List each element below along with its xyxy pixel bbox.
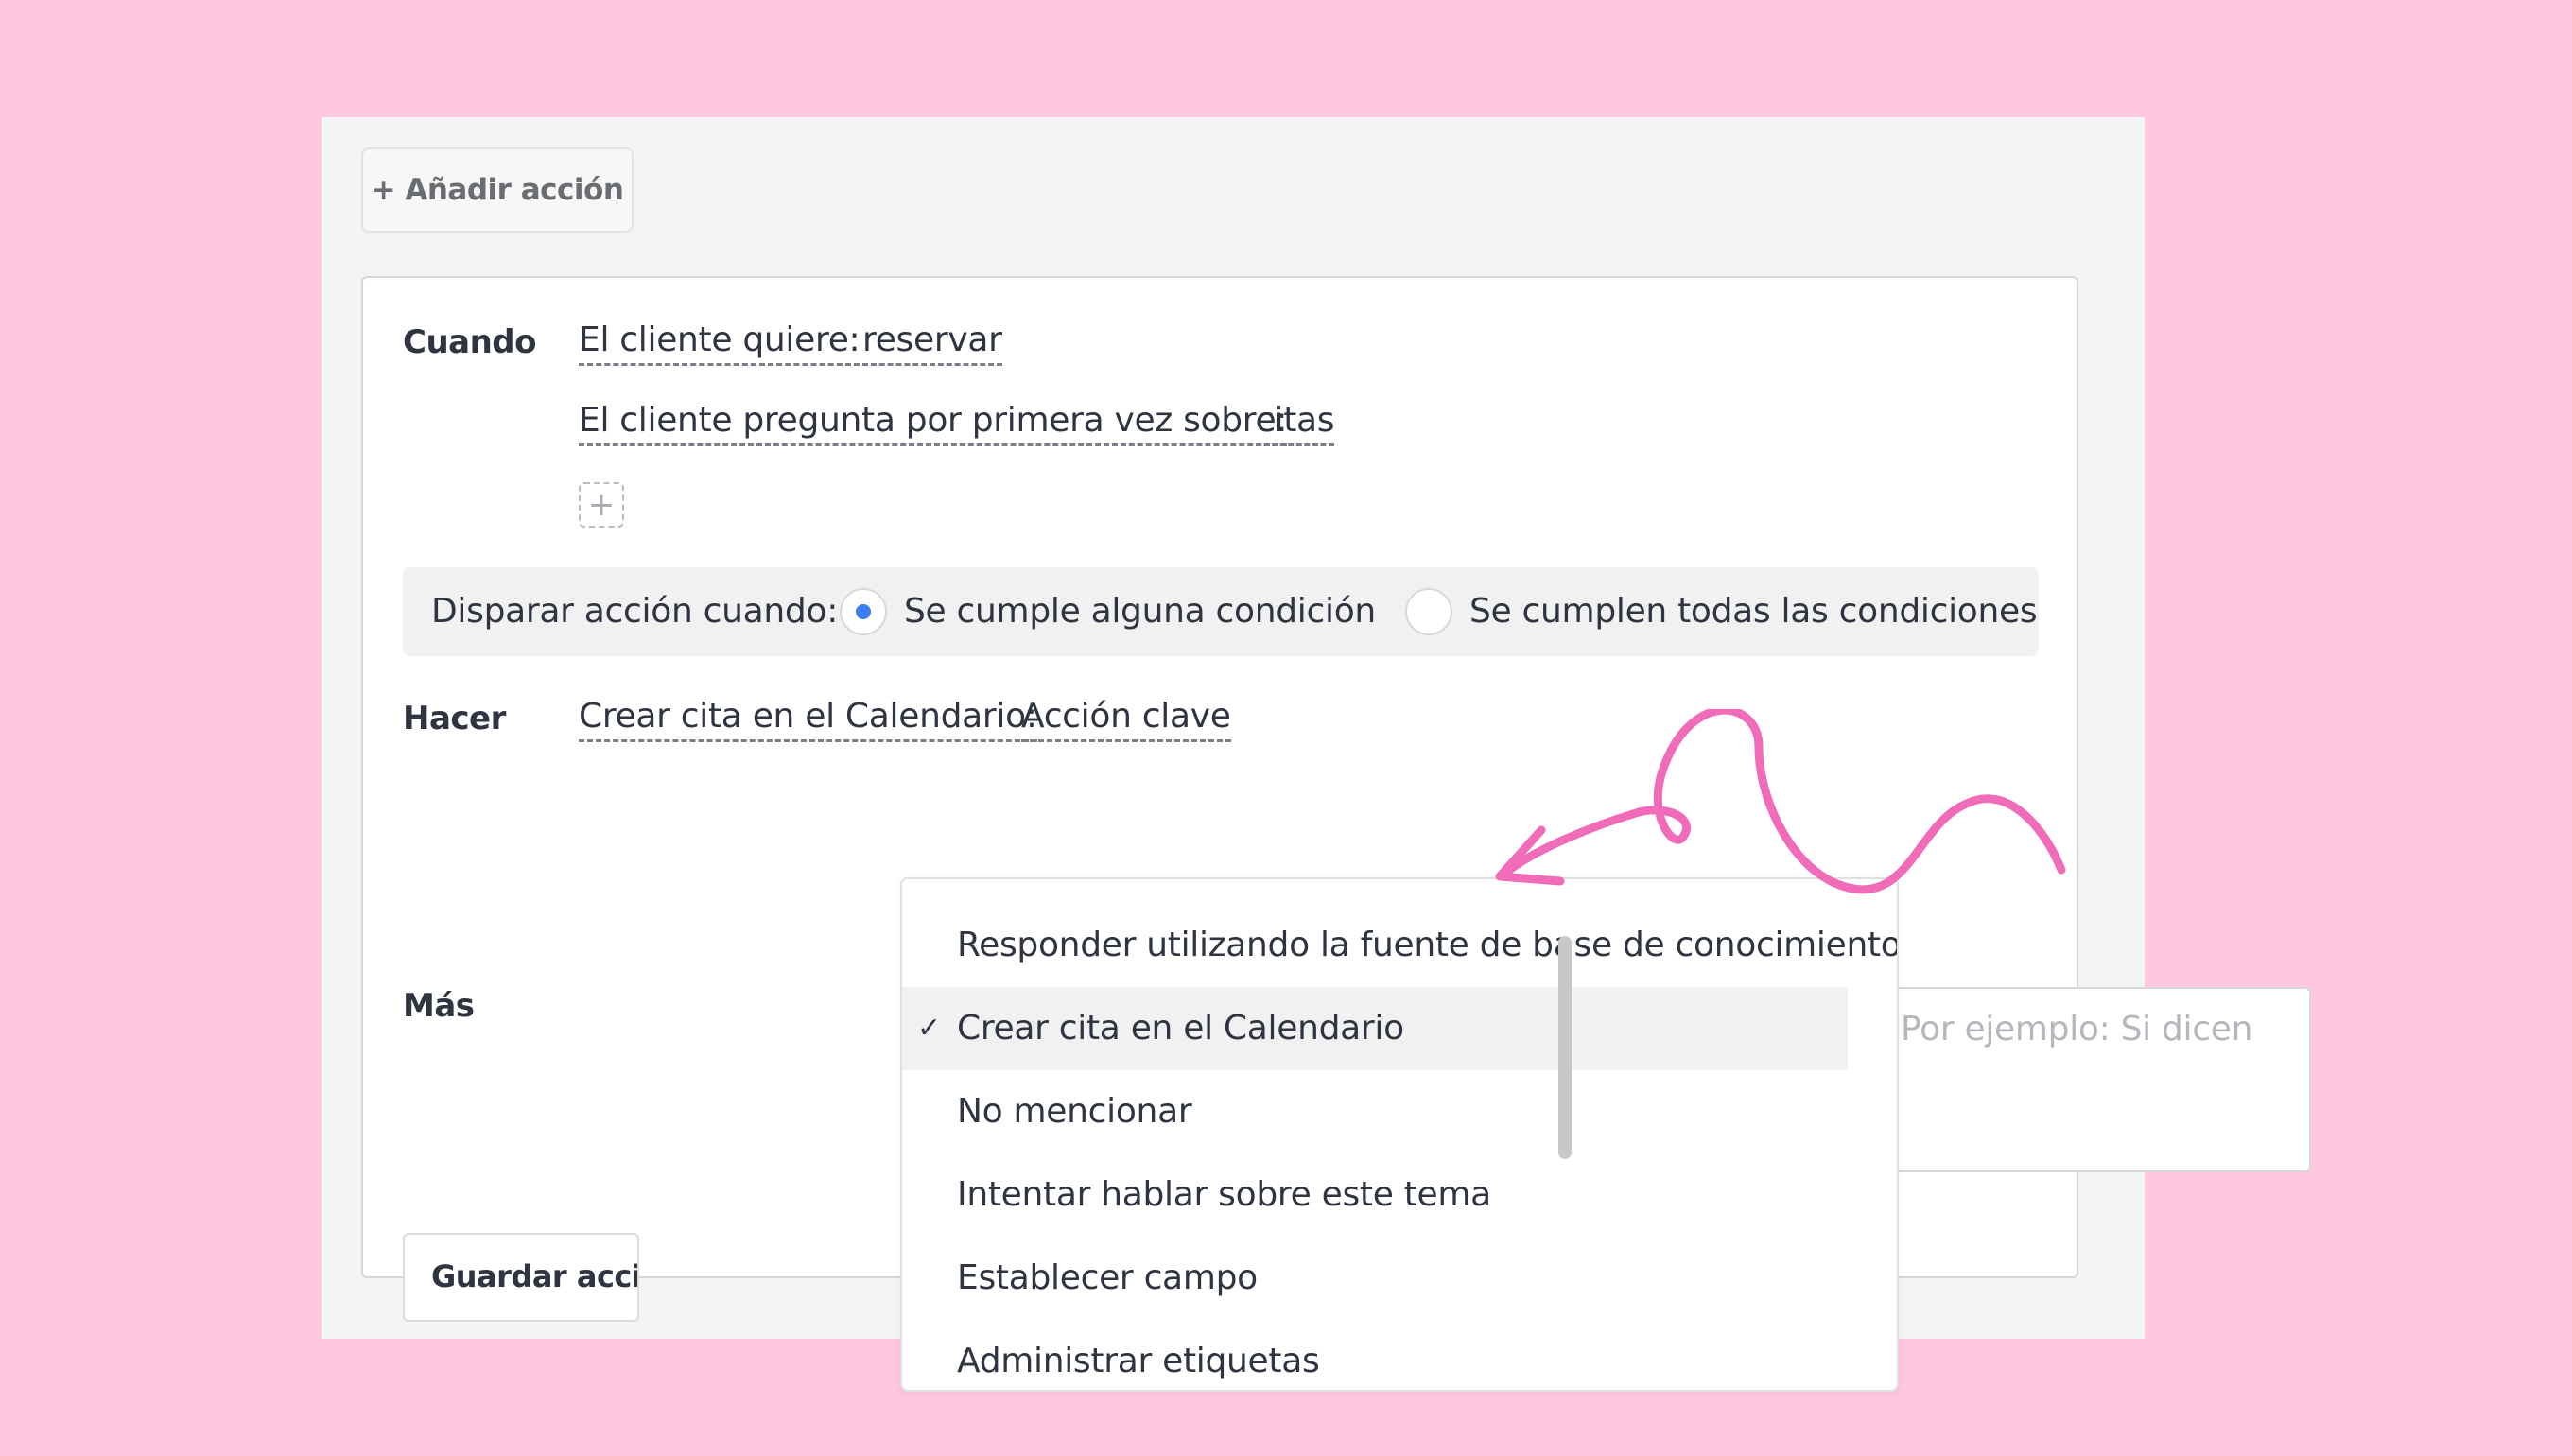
condition-1-field[interactable]: El cliente quiere: [579, 320, 860, 366]
dropdown-option-talk-about-topic[interactable]: Intentar hablar sobre este tema [902, 1153, 1848, 1237]
condition-2-field[interactable]: El cliente pregunta por primera vez sobr… [579, 400, 1287, 446]
action-type-dropdown: Responder utilizando la fuente de base d… [900, 877, 1899, 1392]
trigger-label: Disparar acción cuando: [431, 592, 839, 631]
more-instructions-placeholder: Por ejemplo: Si dicen [1901, 1010, 2253, 1049]
dropdown-scrollbar[interactable] [1558, 936, 1572, 1159]
dropdown-option-manage-tags[interactable]: Administrar etiquetas [902, 1320, 1848, 1390]
dropdown-option-label: Administrar etiquetas [957, 1342, 1320, 1380]
more-label: Más [403, 987, 475, 1025]
action-value-select[interactable]: Acción clave [1021, 696, 1231, 742]
trigger-bar: Disparar acción cuando: Se cumple alguna… [403, 567, 2039, 656]
dropdown-option-create-appointment[interactable]: ✓ Crear cita en el Calendario [902, 987, 1848, 1070]
do-label: Hacer [403, 700, 506, 737]
dropdown-option-label: No mencionar [957, 1092, 1192, 1131]
radio-all-conditions-label[interactable]: Se cumplen todas las condiciones [1469, 567, 2038, 656]
when-label: Cuando [403, 323, 537, 361]
dropdown-option-set-field[interactable]: Establecer campo [902, 1237, 1848, 1320]
radio-all-conditions[interactable] [1405, 588, 1452, 635]
dropdown-option-do-not-mention[interactable]: No mencionar [902, 1070, 1848, 1153]
check-icon: ✓ [917, 1012, 941, 1045]
dropdown-option-label: Establecer campo [957, 1258, 1258, 1297]
radio-any-condition-label[interactable]: Se cumple alguna condición [904, 567, 1376, 656]
condition-1-value[interactable]: reservar [862, 320, 1002, 366]
dropdown-option-label: Crear cita en el Calendario [957, 1009, 1404, 1048]
annotation-arrow-curve [1499, 709, 2066, 894]
more-instructions-input[interactable]: Por ejemplo: Si dicen [1863, 987, 2311, 1172]
action-type-select[interactable]: Crear cita en el Calendario: [579, 696, 1037, 742]
dropdown-option-label: Intentar hablar sobre este tema [957, 1175, 1491, 1214]
add-condition-button[interactable]: + [579, 482, 624, 528]
add-action-button[interactable]: + Añadir acción [361, 147, 634, 233]
annotation-arrow-icon [1495, 709, 2066, 894]
condition-2-value[interactable]: citas [1256, 400, 1335, 446]
radio-any-condition[interactable] [840, 588, 887, 635]
save-action-button[interactable]: Guardar acción [403, 1233, 639, 1322]
plus-icon: + [587, 486, 616, 524]
